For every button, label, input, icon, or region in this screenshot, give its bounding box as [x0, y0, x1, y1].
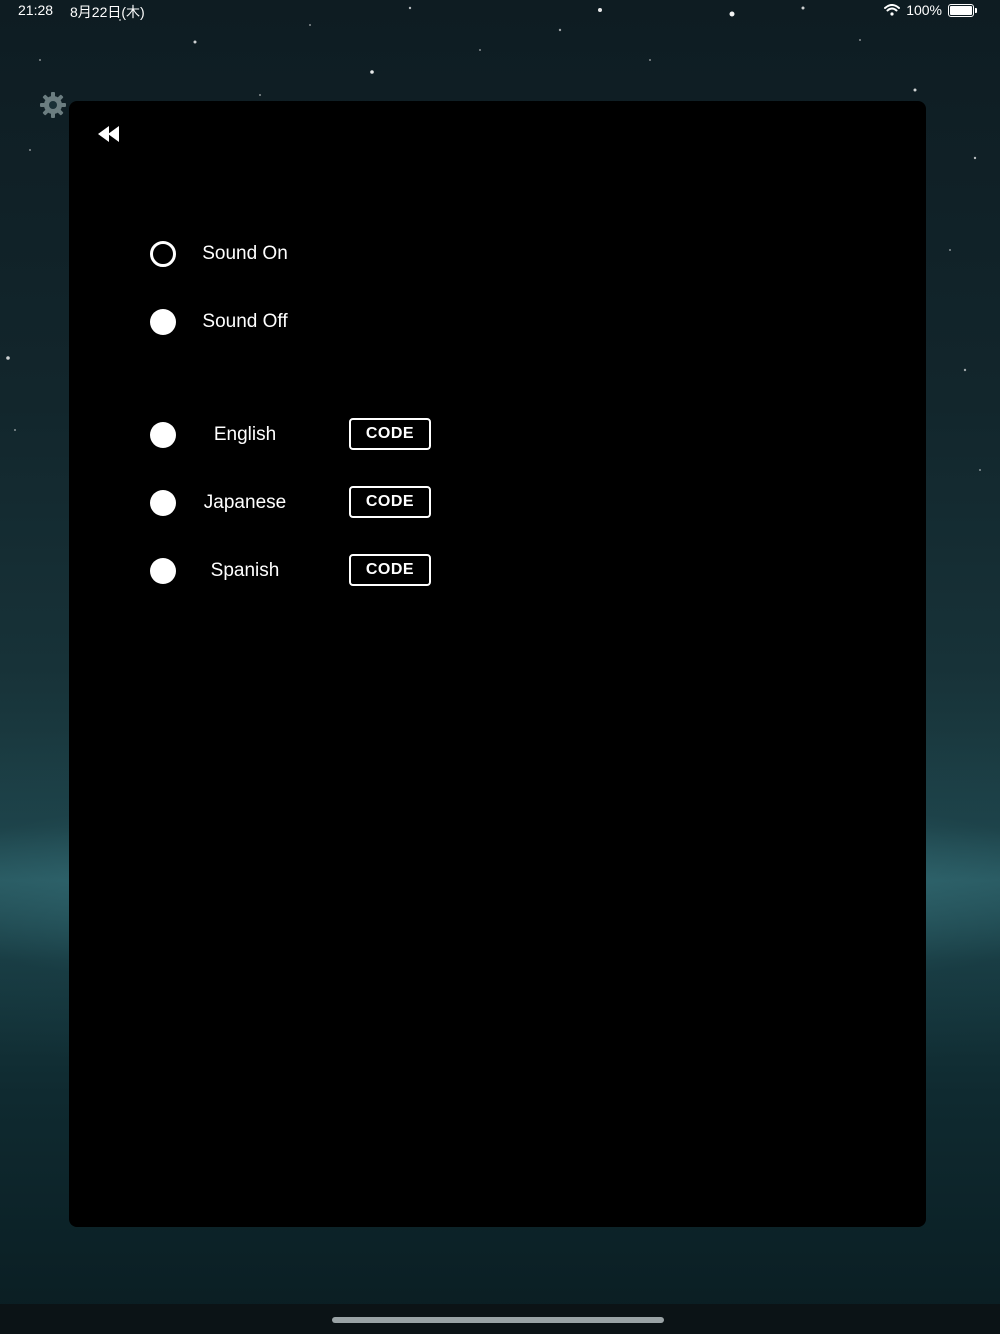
- sound-off-radio[interactable]: [150, 309, 176, 335]
- japanese-radio[interactable]: [150, 490, 176, 516]
- sound-off-row[interactable]: Sound Off: [150, 305, 288, 339]
- english-radio[interactable]: [150, 422, 176, 448]
- back-icon[interactable]: [96, 122, 124, 146]
- wifi-icon: [884, 4, 901, 16]
- status-date: 8月22日(木): [70, 4, 145, 20]
- status-indicators: 100%: [884, 2, 977, 18]
- battery-percent: 100%: [906, 2, 942, 18]
- battery-icon: [948, 3, 977, 17]
- japanese-code-button[interactable]: CODE: [349, 486, 431, 518]
- language-english-row[interactable]: English CODE: [150, 418, 431, 452]
- language-japanese-row[interactable]: Japanese CODE: [150, 486, 431, 520]
- gear-icon[interactable]: [38, 90, 68, 120]
- sound-on-label: Sound On: [202, 243, 288, 264]
- sound-on-row[interactable]: Sound On: [150, 237, 288, 271]
- home-indicator[interactable]: [332, 1317, 664, 1323]
- sound-on-radio[interactable]: [150, 241, 176, 267]
- language-spanish-row[interactable]: Spanish CODE: [150, 554, 431, 588]
- spanish-label: Spanish: [210, 560, 280, 581]
- japanese-label: Japanese: [203, 492, 287, 513]
- sound-off-label: Sound Off: [202, 311, 288, 332]
- settings-panel: [69, 101, 926, 1227]
- spanish-radio[interactable]: [150, 558, 176, 584]
- spanish-code-button[interactable]: CODE: [349, 554, 431, 586]
- english-code-button[interactable]: CODE: [349, 418, 431, 450]
- status-time: 21:28: [18, 2, 54, 18]
- english-label: English: [213, 424, 277, 445]
- status-bar: 21:28 8月22日(木) 100%: [0, 0, 1000, 22]
